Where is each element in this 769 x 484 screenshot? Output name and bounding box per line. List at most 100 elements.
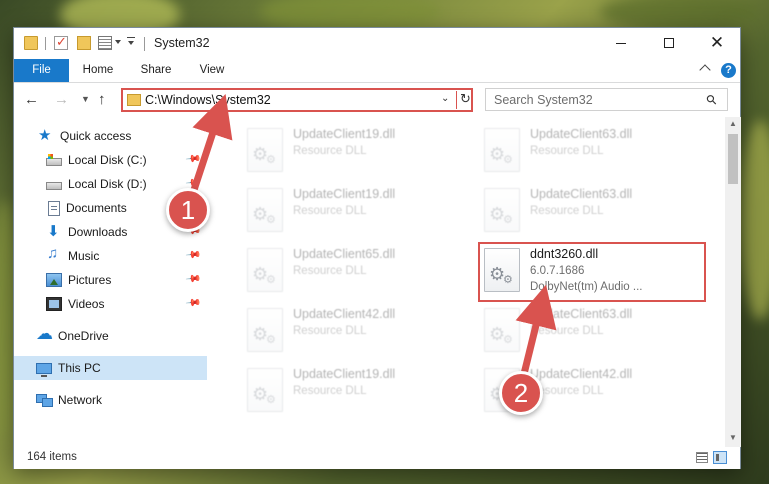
file-type: Resource DLL (293, 385, 367, 397)
recent-locations-icon[interactable]: ▼ (81, 94, 90, 104)
tab-share[interactable]: Share (136, 59, 176, 82)
dll-file-icon (484, 188, 520, 232)
address-path[interactable]: C:\Windows\System32 (145, 93, 271, 107)
dll-file-icon (247, 128, 283, 172)
this-pc-icon (36, 362, 52, 377)
explorer-window: System32 ✕ File Home Share View ? ← → ▼ … (13, 27, 741, 469)
dll-file-icon (484, 128, 520, 172)
up-arrow-icon[interactable]: ↑ (98, 91, 106, 108)
sidebar-item-network[interactable]: Network (14, 388, 207, 412)
maximize-button[interactable] (646, 28, 692, 58)
file-name: UpdateClient42.dll (530, 367, 633, 381)
tab-file[interactable]: File (14, 59, 69, 82)
ribbon-tabs: File Home Share View ? (14, 59, 740, 83)
file-name: UpdateClient63.dll (530, 127, 633, 141)
file-name: UpdateClient65.dll (293, 247, 396, 261)
sidebar-item-onedrive[interactable]: OneDrive (14, 324, 207, 348)
wallpaper-leaf (740, 120, 769, 320)
back-arrow-icon[interactable]: ← (24, 91, 39, 108)
file-description: DolbyNet(tm) Audio ... (530, 281, 643, 293)
file-tile[interactable]: UpdateClient42.dll Resource DLL (243, 304, 471, 360)
documents-icon (48, 200, 60, 216)
chevron-down-icon[interactable]: ⌄ (441, 93, 449, 104)
folder-icon[interactable] (24, 36, 38, 50)
maximize-icon (664, 38, 674, 48)
navigation-bar: ← → ▼ ↑ C:\Windows\System32 ⌄ ↻ Search S… (14, 83, 740, 117)
network-icon (36, 393, 53, 407)
sidebar-item-label: Network (58, 393, 103, 407)
sidebar-item-label: OneDrive (58, 329, 109, 343)
minimize-icon (616, 42, 626, 44)
file-name: UpdateClient42.dll (293, 307, 396, 321)
file-version: 6.0.7.1686 (530, 265, 585, 277)
wallpaper-leaf (600, 0, 760, 30)
sidebar-item-label: Quick access (60, 129, 132, 143)
file-type: Resource DLL (530, 145, 604, 157)
file-name: UpdateClient19.dll (293, 187, 396, 201)
help-icon[interactable]: ? (721, 63, 736, 78)
expand-ribbon-icon[interactable] (699, 64, 711, 76)
file-type: Resource DLL (530, 205, 604, 217)
dll-file-icon (247, 368, 283, 412)
tiles-view-icon[interactable] (713, 451, 727, 464)
file-type: Resource DLL (293, 205, 367, 217)
new-folder-icon[interactable] (77, 36, 91, 50)
title-bar: System32 ✕ (14, 28, 740, 59)
vertical-scrollbar[interactable]: ▲ ▼ (725, 117, 741, 447)
file-type: Resource DLL (530, 325, 604, 337)
window-title: System32 (154, 36, 210, 50)
scrollbar-thumb[interactable] (728, 134, 738, 184)
file-tile[interactable]: UpdateClient19.dll Resource DLL (243, 364, 471, 420)
file-tile-ddnt3260[interactable]: ddnt3260.dll 6.0.7.1686 DolbyNet(tm) Aud… (478, 242, 706, 302)
file-name: UpdateClient63.dll (530, 307, 633, 321)
properties-icon[interactable] (98, 36, 112, 50)
details-view-icon[interactable] (696, 452, 708, 463)
customize-toolbar-icon[interactable] (127, 37, 135, 47)
file-tile[interactable]: UpdateClient63.dll Resource DLL (480, 124, 708, 180)
forward-arrow-icon[interactable]: → (54, 91, 69, 108)
sidebar-item-quick-access[interactable]: Quick access (14, 124, 207, 148)
chevron-down-icon[interactable] (115, 40, 121, 44)
address-separator (456, 91, 457, 109)
downloads-icon (46, 222, 62, 240)
file-tile[interactable]: UpdateClient65.dll Resource DLL (243, 244, 471, 300)
search-input[interactable]: Search System32 (494, 93, 593, 107)
properties-check-icon[interactable] (54, 34, 68, 50)
search-box[interactable]: Search System32 ⚲ (485, 88, 728, 111)
file-tile[interactable]: UpdateClient63.dll Resource DLL (480, 304, 708, 360)
title-separator (144, 37, 145, 51)
sidebar-item-music[interactable]: Music 📌 (14, 244, 207, 268)
sidebar-item-this-pc[interactable]: This PC (14, 356, 207, 380)
close-button[interactable]: ✕ (694, 28, 740, 58)
dll-file-icon (247, 188, 283, 232)
scroll-down-icon[interactable]: ▼ (729, 433, 737, 442)
file-name: UpdateClient63.dll (530, 187, 633, 201)
minimize-button[interactable] (598, 28, 644, 58)
sidebar-item-pictures[interactable]: Pictures 📌 (14, 268, 207, 292)
refresh-icon[interactable]: ↻ (460, 91, 471, 107)
file-type: Resource DLL (293, 325, 367, 337)
annotation-badge-one: 1 (166, 188, 210, 232)
search-icon[interactable]: ⚲ (703, 91, 721, 109)
sidebar-item-videos[interactable]: Videos 📌 (14, 292, 207, 316)
tab-view[interactable]: View (192, 59, 232, 82)
sidebar-item-label: This PC (58, 361, 101, 375)
file-tile[interactable]: UpdateClient19.dll Resource DLL (243, 184, 471, 240)
file-tile[interactable]: UpdateClient63.dll Resource DLL (480, 184, 708, 240)
onedrive-icon (36, 324, 53, 344)
tab-home[interactable]: Home (78, 59, 118, 82)
dll-file-icon (484, 308, 520, 352)
navigation-pane: Quick access Local Disk (C:) 📌 Local Dis… (14, 117, 207, 447)
quick-access-separator (45, 37, 46, 50)
file-list: UpdateClient19.dll Resource DLL UpdateCl… (207, 117, 725, 447)
file-type: Resource DLL (293, 265, 367, 277)
address-bar[interactable]: C:\Windows\System32 ⌄ ↻ (121, 88, 473, 112)
file-tile[interactable]: UpdateClient19.dll Resource DLL (243, 124, 471, 180)
annotation-badge-two: 2 (499, 371, 543, 415)
music-icon (46, 245, 62, 263)
drive-icon (46, 154, 62, 166)
scroll-up-icon[interactable]: ▲ (729, 119, 737, 128)
sidebar-item-local-disk-c[interactable]: Local Disk (C:) 📌 (14, 148, 207, 172)
videos-icon (46, 297, 62, 311)
file-name: UpdateClient19.dll (293, 127, 396, 141)
